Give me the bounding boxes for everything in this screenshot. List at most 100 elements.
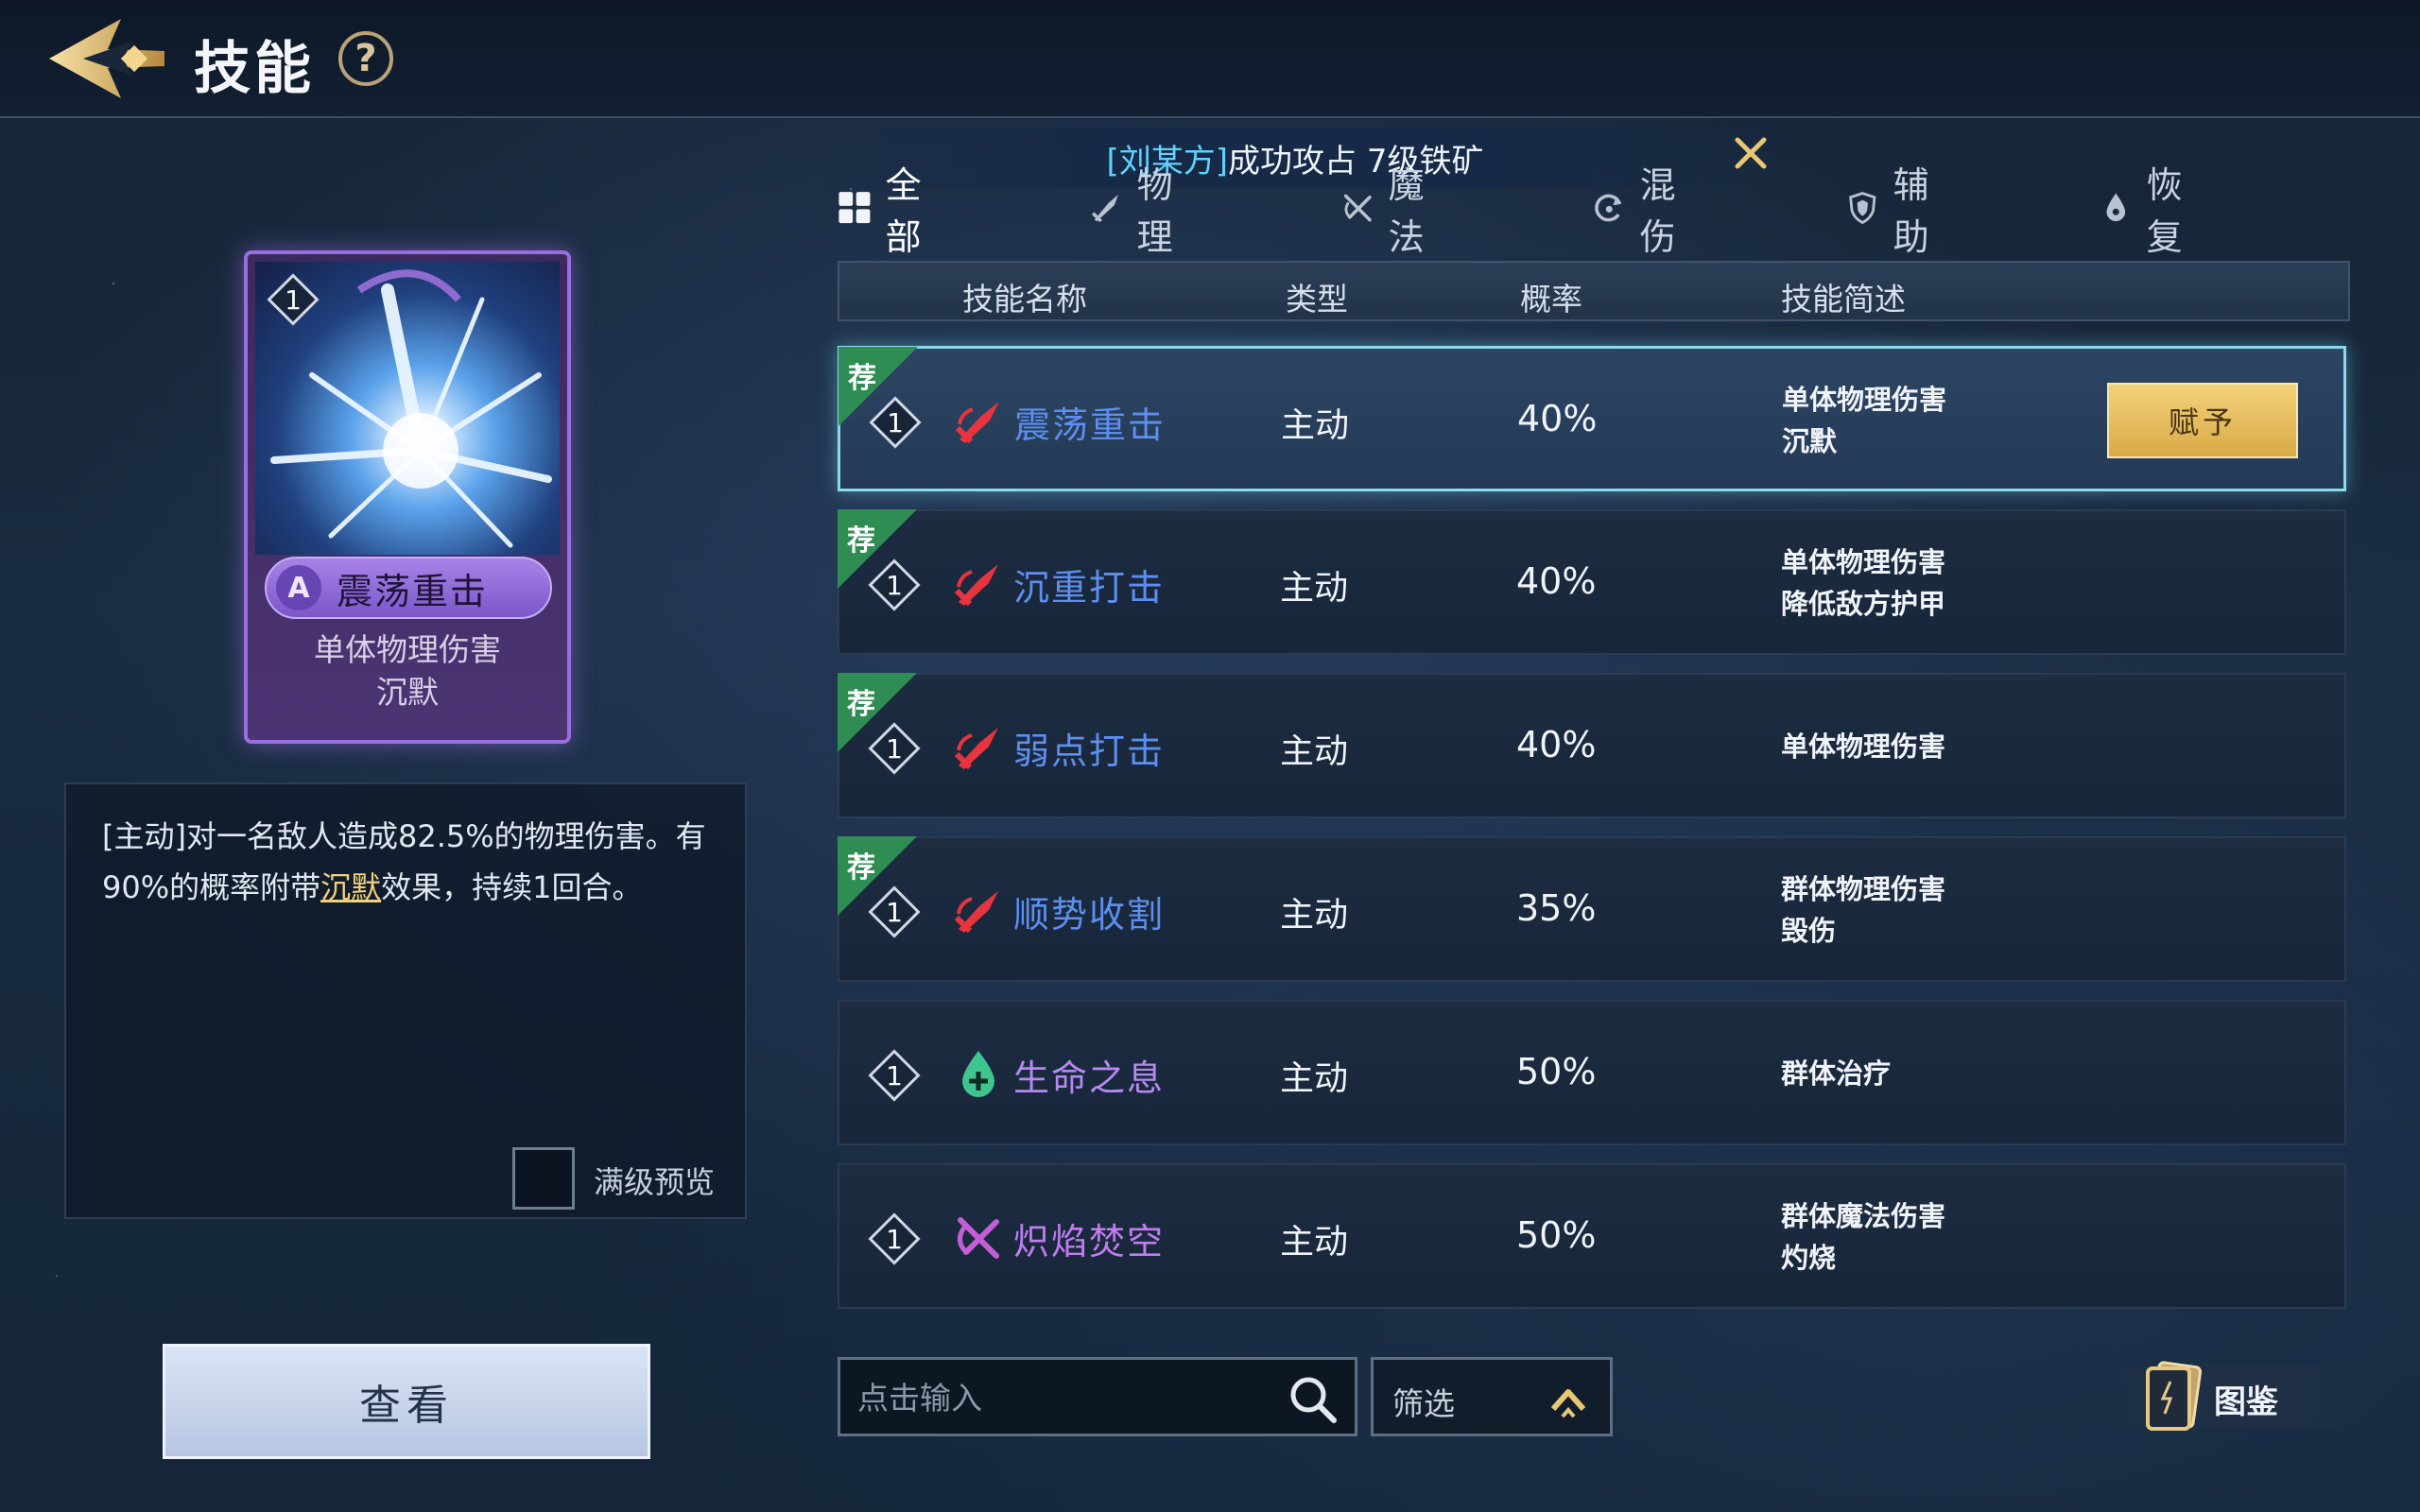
card-grade: A: [276, 565, 321, 610]
skill-row[interactable]: 1 炽焰焚空 主动 50% 群体魔法伤害 灼烧: [838, 1163, 2346, 1309]
level-badge: 1: [869, 396, 922, 449]
close-icon[interactable]: [1730, 132, 1772, 174]
tab-mixed[interactable]: 混伤: [1592, 164, 1690, 258]
recommended-label: 荐: [848, 362, 876, 395]
skill-detail-panel: [主动]对一名敌人造成82.5%的物理伤害。有90%的概率附带沉默效果，持续1回…: [64, 782, 747, 1219]
sword-icon: [954, 564, 998, 607]
magic-icon: [958, 1217, 999, 1259]
skill-rate: 50%: [1516, 1051, 1597, 1092]
back-button[interactable]: [45, 13, 168, 104]
help-button[interactable]: ?: [338, 31, 393, 86]
sword-icon: [954, 728, 998, 770]
drop-icon: [2106, 193, 2126, 222]
search-icon[interactable]: [1285, 1371, 1341, 1428]
col-header-name: 技能名称: [962, 281, 1087, 318]
skill-row[interactable]: 荐 1 弱点打击 主动 40% 单体物理伤害: [838, 673, 2346, 818]
level-badge: 1: [868, 1212, 921, 1265]
skill-type: 主动: [1280, 896, 1349, 935]
level-badge: 1: [868, 1049, 921, 1102]
card-name-bar: A 震荡重击: [265, 557, 552, 619]
max-level-preview-label: 满级预览: [594, 1164, 716, 1200]
skill-detail-text: [主动]对一名敌人造成82.5%的物理伤害。有90%的概率附带沉默效果，持续1回…: [102, 811, 726, 913]
level-value: 1: [887, 406, 904, 438]
detail-text-after: 效果，持续1回合。: [381, 869, 643, 905]
skill-rate: 50%: [1516, 1214, 1597, 1256]
shield-icon: [1849, 192, 1876, 225]
sword-icon: [955, 402, 999, 444]
magic-icon: [1343, 194, 1372, 222]
filter-button[interactable]: 筛选: [1371, 1357, 1613, 1436]
skill-summary-line-1: 群体魔法伤害: [1781, 1200, 1946, 1232]
card-book-icon: [2146, 1361, 2203, 1431]
card-skill-name: 震荡重击: [337, 570, 489, 612]
skill-summary: 单体物理伤害 降低敌方护甲: [1781, 541, 1945, 625]
skill-name: 生命之息: [1013, 1057, 1166, 1099]
level-badge: 1: [868, 885, 921, 938]
skill-card: 1 A 震荡重击 单体物理伤害 沉默: [244, 250, 571, 744]
skill-rate: 40%: [1516, 724, 1597, 765]
tab-mixed-label: 混伤: [1639, 164, 1676, 258]
notice-message: 成功攻占 7级铁矿: [1228, 142, 1484, 180]
level-badge: 1: [868, 722, 921, 775]
col-header-desc: 技能简述: [1781, 281, 1906, 318]
skill-row[interactable]: 荐 1 顺势收割 主动 35% 群体物理伤害 毁伤: [838, 836, 2346, 982]
skill-type: 主动: [1280, 732, 1349, 771]
card-desc-line-2: 沉默: [376, 674, 439, 711]
view-button[interactable]: 查看: [163, 1344, 650, 1459]
skill-summary: 单体物理伤害 沉默: [1782, 379, 1946, 462]
skill-name: 弱点打击: [1013, 730, 1166, 772]
help-icon: ?: [354, 37, 377, 80]
skill-summary-line-1: 单体物理伤害: [1781, 546, 1946, 578]
skill-type: 主动: [1280, 569, 1349, 608]
tab-recovery[interactable]: 恢复: [2099, 164, 2197, 258]
skill-summary-line-2: 灼烧: [1781, 1242, 1837, 1274]
skill-row[interactable]: 荐 1 沉重打击 主动 40% 单体物理伤害 降低敌方护甲: [838, 509, 2346, 655]
skill-name: 顺势收割: [1013, 894, 1166, 936]
skill-summary-line-1: 单体物理伤害: [1781, 730, 1946, 763]
page-title: 技能: [194, 36, 315, 102]
tab-all-label: 全部: [885, 164, 922, 258]
col-header-rate: 概率: [1520, 281, 1582, 318]
skill-summary-line-1: 群体治疗: [1781, 1057, 1892, 1090]
skill-name: 沉重打击: [1013, 567, 1166, 609]
sword-icon: [954, 891, 998, 934]
codex-button[interactable]: 图鉴: [2110, 1351, 2346, 1442]
col-header-type: 类型: [1286, 281, 1348, 318]
tab-support[interactable]: 辅助: [1845, 164, 1944, 258]
codex-label: 图鉴: [2214, 1383, 2278, 1421]
skill-name: 震荡重击: [1014, 404, 1167, 446]
tab-magic-label: 魔法: [1388, 164, 1425, 258]
assign-button[interactable]: 赋予: [2107, 383, 2298, 458]
skill-summary-line-1: 群体物理伤害: [1781, 873, 1946, 905]
tab-physical-label: 物理: [1136, 164, 1173, 258]
level-value: 1: [886, 1223, 903, 1255]
recommended-label: 荐: [847, 851, 875, 885]
heal-drop-icon: [962, 1051, 994, 1097]
level-badge: 1: [868, 558, 921, 611]
skill-summary-line-1: 单体物理伤害: [1782, 384, 1947, 416]
tab-physical[interactable]: 物理: [1089, 164, 1187, 258]
tab-magic[interactable]: 魔法: [1340, 164, 1439, 258]
filter-label: 筛选: [1392, 1385, 1455, 1422]
skill-rate: 40%: [1517, 398, 1598, 439]
recommended-label: 荐: [847, 524, 875, 558]
skill-row[interactable]: 荐 1 震荡重击 主动 40% 单体物理伤害 沉默 赋予: [838, 346, 2346, 491]
detail-keyword-link[interactable]: 沉默: [320, 869, 381, 905]
top-bar: 技能 ?: [0, 0, 2420, 118]
skill-summary: 群体魔法伤害 灼烧: [1781, 1195, 1945, 1279]
tab-all[interactable]: 全部: [838, 164, 936, 258]
skill-summary: 群体治疗: [1781, 1053, 1891, 1094]
max-level-preview-checkbox[interactable]: [512, 1147, 575, 1210]
skill-rate: 35%: [1516, 887, 1597, 929]
level-value: 1: [886, 732, 903, 765]
skill-rate: 40%: [1516, 560, 1597, 602]
swirl-icon: [1595, 194, 1622, 222]
skill-summary-line-2: 沉默: [1782, 425, 1838, 457]
skill-summary-line-2: 毁伤: [1781, 915, 1837, 947]
skill-summary: 群体物理伤害 毁伤: [1781, 868, 1945, 952]
search-input[interactable]: [857, 1373, 1273, 1422]
skill-row[interactable]: 1 生命之息 主动 50% 群体治疗: [838, 1000, 2346, 1145]
back-arrow-icon: [49, 19, 164, 98]
chevron-up-icon: [1550, 1389, 1586, 1418]
tab-recovery-label: 恢复: [2146, 164, 2183, 258]
